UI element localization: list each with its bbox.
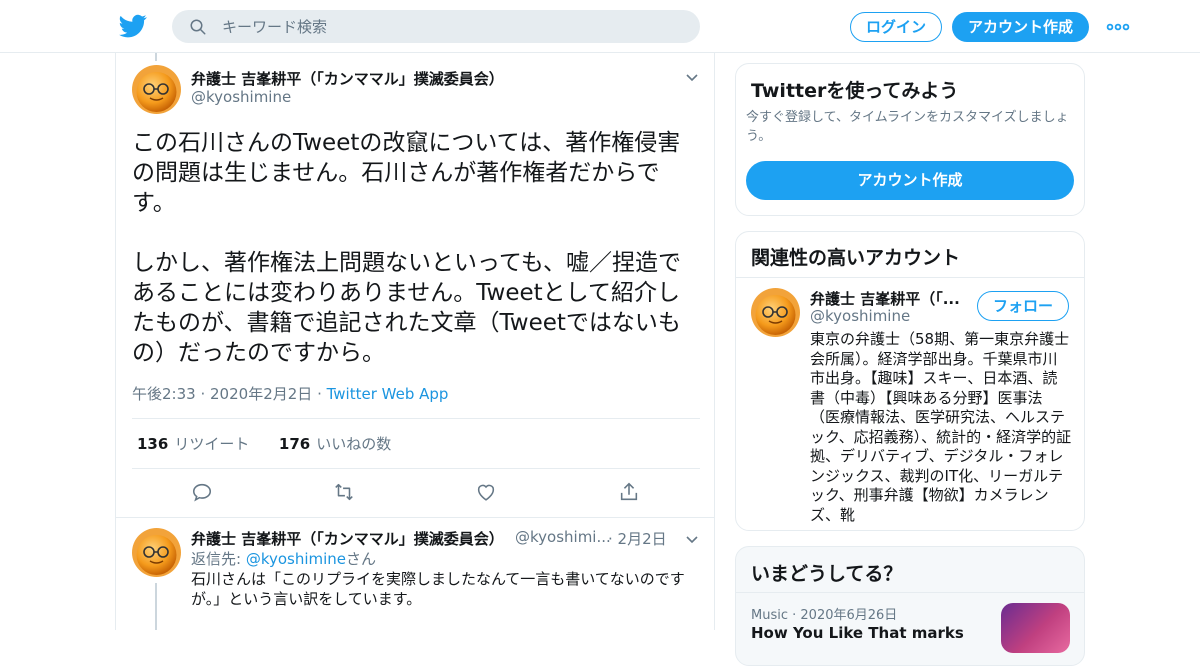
related-account-handle[interactable]: @kyoshimine [810, 307, 910, 325]
meta-separator: · [317, 385, 327, 403]
create-account-button[interactable]: アカウント作成 [746, 161, 1074, 200]
trends-title: いまどうしてる？ [751, 563, 903, 585]
signup-button[interactable]: アカウント作成 [952, 12, 1089, 42]
avatar[interactable] [132, 528, 181, 577]
reply-author-handle[interactable]: @kyoshimi... [515, 528, 611, 546]
signup-card-subtitle: 今すぐ登録して、タイムラインをカスタマイズしましょう。 [746, 110, 1069, 144]
retweet-label: リツイート [174, 435, 250, 453]
avatar-image-icon [132, 65, 181, 114]
reply-to-suffix: さん [346, 550, 377, 568]
tweet-text: この石川さんのTweetの改竄については、著作権侵害の問題は生じません。石川さん… [132, 130, 682, 366]
related-accounts-title: 関連性の高いアカウント [751, 247, 961, 269]
like-label: いいねの数 [316, 435, 392, 453]
reply-to-link[interactable]: @kyoshimine [246, 550, 346, 568]
divider [736, 277, 1084, 278]
trend-title[interactable]: How You Like That marks [751, 624, 964, 642]
related-account-bio: 東京の弁護士（58期、第一東京弁護士会所属）。経済学部出身。千葉県市川市出身。【… [810, 330, 1072, 524]
reply-date[interactable]: · 2月2日 [608, 528, 667, 549]
reply-icon[interactable] [191, 481, 213, 503]
thread-line [155, 53, 157, 61]
share-icon[interactable] [618, 481, 640, 503]
trend-meta: Music · 2020年6月26日 [751, 604, 897, 623]
divider [736, 592, 1084, 593]
like-count: 176 [278, 435, 311, 453]
meta-separator: · [788, 608, 801, 623]
reply-author-name[interactable]: 弁護士 吉峯耕平（「カンママル」撲滅委員会） [191, 528, 504, 549]
trends-card: いまどうしてる？ Music · 2020年6月26日 How You Like… [735, 546, 1085, 666]
login-button[interactable]: ログイン [850, 12, 942, 42]
tweet-column: 弁護士 吉峯耕平（「カンママル」撲滅委員会） @kyoshimine この石川さ… [115, 53, 715, 630]
author-name[interactable]: 弁護士 吉峯耕平（「カンママル」撲滅委員会） [191, 68, 504, 89]
twitter-logo-icon[interactable] [119, 12, 147, 40]
retweet-stat[interactable]: 136 リツイート [137, 435, 249, 453]
search-box[interactable] [172, 10, 700, 43]
chevron-down-icon[interactable] [684, 69, 700, 85]
search-input[interactable] [222, 10, 682, 43]
avatar[interactable] [751, 288, 800, 337]
author-handle[interactable]: @kyoshimine [191, 88, 291, 106]
thread-line [155, 583, 157, 630]
tweet-source-link[interactable]: Twitter Web App [327, 385, 449, 403]
related-account-name[interactable]: 弁護士 吉峯耕平（「... [810, 288, 960, 309]
tweet-time[interactable]: 午後2:33 [132, 385, 196, 403]
avatar-image-icon [751, 288, 800, 337]
divider [132, 468, 700, 469]
like-stat[interactable]: 176 いいねの数 [279, 435, 391, 453]
reply-to-line: 返信先: @kyoshimineさん [191, 548, 376, 569]
avatar-image-icon [132, 528, 181, 577]
reply-text: 石川さんは「このリプライを実際しましたなんて一言も書いてないのですが。」という言… [191, 570, 685, 608]
trend-category: Music [751, 608, 788, 623]
related-accounts-card: 関連性の高いアカウント 弁護士 吉峯耕平（「... @kyoshimine フォ… [735, 231, 1085, 531]
retweet-count: 136 [137, 435, 169, 453]
trend-thumbnail[interactable] [1001, 603, 1070, 653]
top-bar: ログイン アカウント作成 [0, 0, 1200, 53]
meta-separator: · [200, 385, 211, 403]
reply-date-text[interactable]: 2月2日 [618, 530, 667, 548]
tweet-date[interactable]: 2020年2月2日 [210, 385, 312, 403]
search-icon [190, 19, 206, 35]
like-heart-icon[interactable] [475, 481, 497, 503]
tweet-meta: 午後2:33 · 2020年2月2日 · Twitter Web App [132, 383, 448, 404]
more-options-icon[interactable] [1106, 17, 1130, 37]
reply-to-prefix: 返信先: [191, 550, 246, 568]
tweet-stats: 136 リツイート 176 いいねの数 [137, 433, 391, 454]
tweet-separator [116, 517, 714, 518]
divider [132, 418, 700, 419]
chevron-down-icon[interactable] [684, 531, 700, 547]
signup-card: Twitterを使ってみよう 今すぐ登録して、タイムラインをカスタマイズしましょ… [735, 63, 1085, 216]
meta-separator: · [608, 530, 618, 548]
trend-date: 2020年6月26日 [800, 608, 898, 623]
signup-card-title: Twitterを使ってみよう [751, 80, 959, 102]
avatar[interactable] [132, 65, 181, 114]
retweet-icon[interactable] [333, 481, 355, 503]
follow-button[interactable]: フォロー [977, 291, 1069, 321]
